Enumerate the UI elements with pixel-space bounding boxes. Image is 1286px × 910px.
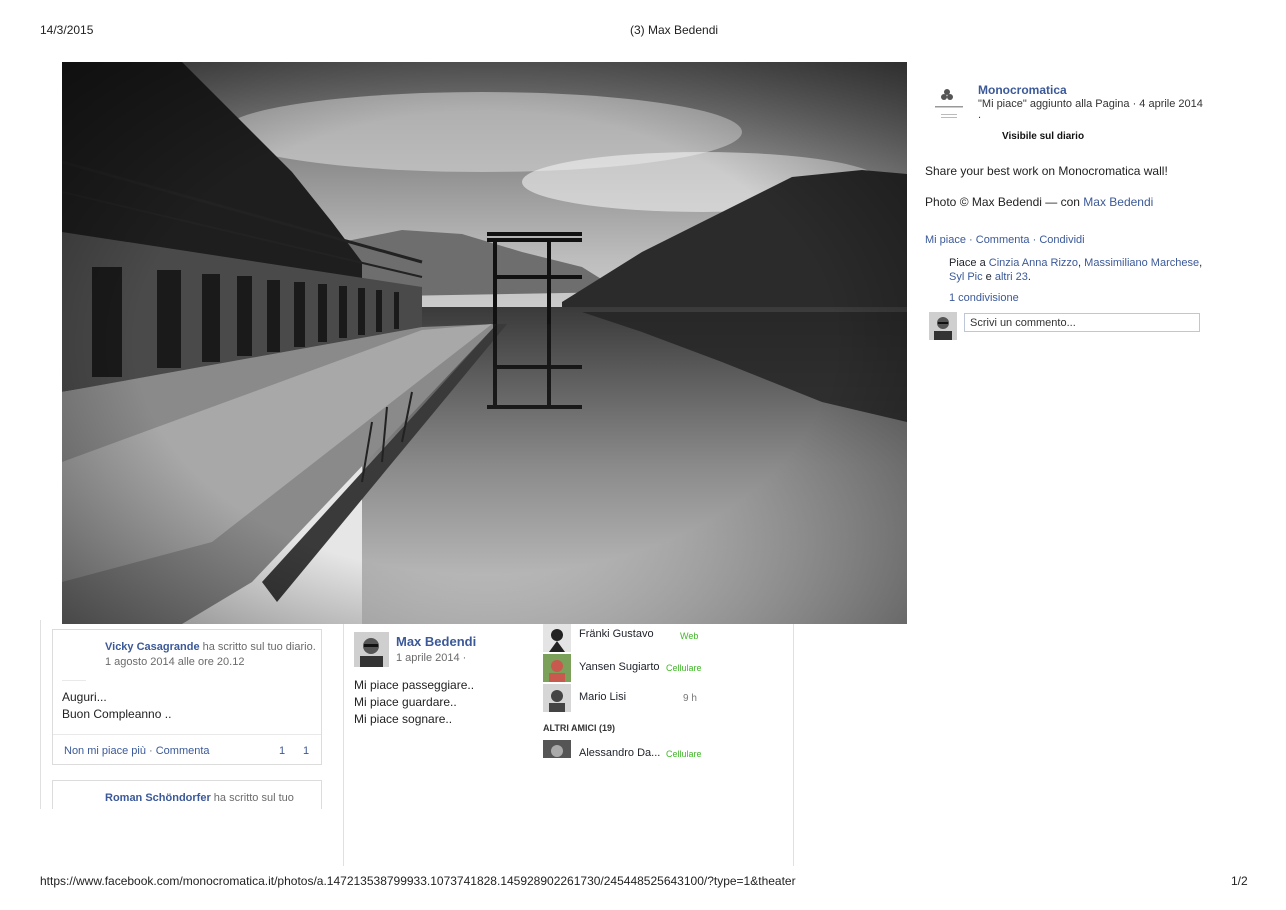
likes-dot: .: [1027, 271, 1031, 283]
post-date[interactable]: 1 aprile 2014 ·: [396, 652, 466, 664]
friend-avatar-icon: [549, 629, 565, 652]
liked-info: "Mi piace" aggiunto alla Pagina · 4 apri…: [978, 98, 1203, 110]
unlike-link[interactable]: Non mi piace più: [64, 745, 146, 757]
page-cutoff: [40, 809, 340, 869]
page-avatar[interactable]: [929, 82, 969, 122]
current-user-avatar[interactable]: [929, 312, 957, 340]
friend-status: Cellulare: [666, 749, 702, 758]
post-action-text: ha scritto sul tuo: [213, 792, 294, 804]
post-date[interactable]: 1 agosto 2014 alle ore 20.12: [105, 656, 244, 668]
friend-status: Cellulare: [666, 663, 702, 673]
friend-avatar: [543, 740, 571, 758]
likes-summary: Piace a Cinzia Anna Rizzo, Massimiliano …: [949, 256, 1204, 284]
user-avatar-icon: [354, 632, 389, 667]
photo-credit-text: Photo © Max Bedendi — con: [925, 195, 1080, 209]
post-text-line: Mi piace passeggiare..: [354, 678, 475, 692]
separator: ·: [965, 234, 976, 246]
shares-link[interactable]: 1 condivisione: [949, 292, 1019, 304]
print-page-number: 1/2: [1231, 874, 1248, 888]
likes-comma: ,: [1078, 257, 1082, 269]
likes-prefix: Piace a: [949, 257, 986, 269]
friend-status: 9 h: [683, 693, 697, 704]
print-url: https://www.facebook.com/monocromatica.i…: [40, 874, 796, 888]
liker-link[interactable]: Syl Pic: [949, 271, 983, 283]
chat-friend-row[interactable]: Fränki Gustavo Web: [543, 624, 703, 652]
other-likers-link[interactable]: altri 23: [995, 271, 1028, 283]
print-date: 14/3/2015: [40, 23, 94, 37]
post-author-link[interactable]: Max Bedendi: [396, 634, 476, 649]
friend-avatar-icon: [543, 740, 571, 758]
post-author-link[interactable]: Roman Schöndorfer: [105, 792, 211, 804]
column-divider: [40, 620, 41, 810]
divider: [53, 734, 321, 735]
print-title: (3) Max Bedendi: [630, 23, 719, 37]
post-action-text: ha scritto sul tuo diario.: [202, 641, 316, 653]
post-actions: Non mi piace più · Commenta: [64, 745, 210, 757]
friend-name: Alessandro Da...: [579, 747, 661, 758]
friend-name: Fränki Gustavo: [579, 628, 654, 640]
likes-and: e: [982, 271, 995, 283]
separator: ·: [145, 745, 156, 757]
share-link[interactable]: Condividi: [1039, 234, 1084, 246]
friend-avatar-icon: [543, 684, 571, 712]
friend-name: Yansen Sugiarto: [579, 661, 660, 673]
friend-avatar-icon: [543, 654, 571, 682]
friend-avatar: [543, 624, 571, 652]
likes-comma: ,: [1199, 257, 1203, 269]
chat-friend-row[interactable]: Mario Lisi 9 h: [543, 684, 703, 712]
comments-count[interactable]: 1: [303, 745, 309, 757]
post-author-link[interactable]: Vicky Casagrande: [105, 641, 200, 653]
divider: [62, 680, 86, 681]
post-text-line: Mi piace sognare..: [354, 712, 453, 726]
separator: ·: [1029, 234, 1040, 246]
monocromatica-logo-icon: [935, 89, 963, 118]
photo-credit: Photo © Max Bedendi — con Max Bedendi: [925, 195, 1153, 209]
post-text-line: Mi piace guardare..: [354, 695, 457, 709]
chat-friend-row[interactable]: Yansen Sugiarto Cellulare: [543, 654, 703, 682]
comment-link[interactable]: Commenta: [976, 234, 1030, 246]
photo-caption: Share your best work on Monocromatica wa…: [925, 164, 1168, 178]
post-text-line: Auguri...: [62, 690, 107, 704]
column-divider: [343, 620, 344, 866]
author-avatar[interactable]: [354, 632, 389, 667]
chat-friend-row[interactable]: Alessandro Da... Cellulare: [543, 740, 703, 758]
timeline-post: Vicky Casagrande ha scritto sul tuo diar…: [52, 629, 322, 765]
comment-link[interactable]: Commenta: [156, 745, 210, 757]
photo-image: [62, 62, 907, 624]
like-link[interactable]: Mi piace: [925, 234, 966, 246]
theater-photo[interactable]: [62, 62, 907, 624]
user-avatar-icon: [929, 312, 957, 340]
tagged-user-link[interactable]: Max Bedendi: [1083, 195, 1153, 209]
page-name-link[interactable]: Monocromatica: [978, 83, 1067, 97]
column-divider: [793, 620, 794, 866]
likes-count[interactable]: 1: [279, 745, 285, 757]
post-header: Roman Schöndorfer ha scritto sul tuo: [105, 792, 294, 804]
friend-name: Mario Lisi: [579, 691, 627, 703]
friend-avatar: [543, 684, 571, 712]
post-text-line: Buon Compleanno ..: [62, 707, 172, 721]
post-actions: Mi piace · Commenta · Condividi: [925, 234, 1085, 246]
liker-link[interactable]: Cinzia Anna Rizzo: [989, 257, 1078, 269]
liked-info-tail: .: [978, 109, 982, 121]
visibility-label[interactable]: Visibile sul diario: [1002, 131, 1084, 142]
friend-avatar: [543, 654, 571, 682]
post-header: Vicky Casagrande ha scritto sul tuo diar…: [105, 641, 316, 653]
friend-status: Web: [680, 631, 699, 641]
other-friends-header: ALTRI AMICI (19): [543, 723, 615, 733]
liker-link[interactable]: Massimiliano Marchese: [1084, 257, 1199, 269]
comment-input[interactable]: [964, 313, 1200, 332]
